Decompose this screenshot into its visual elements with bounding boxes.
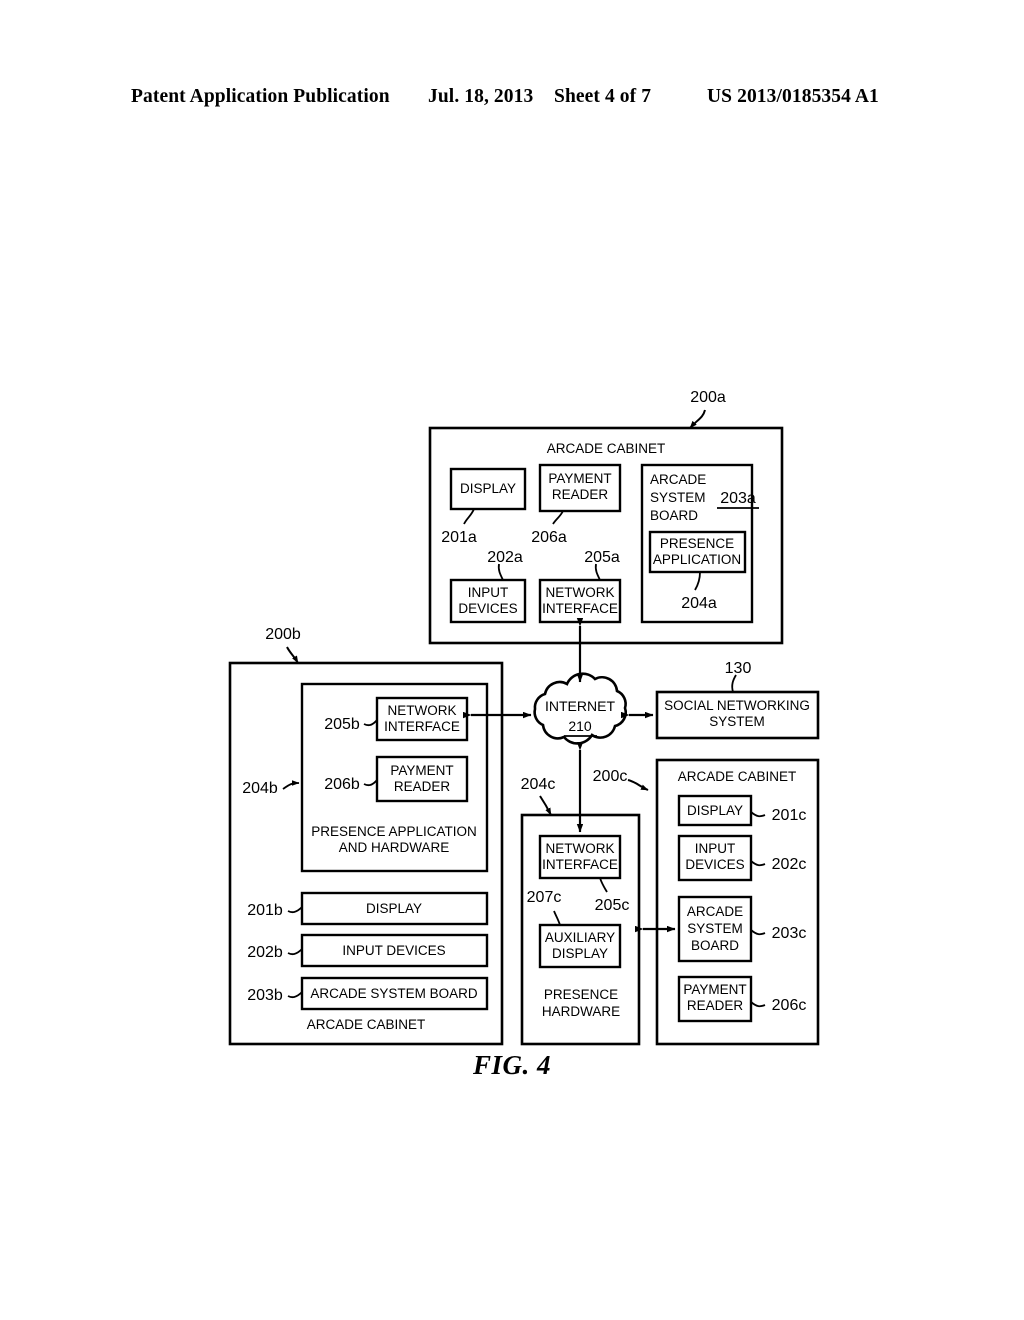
ref-204b: 204b <box>242 780 278 797</box>
presence-hardware-c-title-2: HARDWARE <box>542 1004 620 1019</box>
arcade-cabinet-b-title: ARCADE CABINET <box>307 1017 426 1032</box>
ref-203c: 203c <box>772 925 807 942</box>
display-c-label: DISPLAY <box>687 803 743 818</box>
social-networking-system-group: SOCIAL NETWORKING SYSTEM 130 <box>655 660 820 740</box>
network-interface-b-label-2: INTERFACE <box>384 719 460 734</box>
leader-200a <box>689 409 706 429</box>
payment-reader-a-label-1: PAYMENT <box>548 471 611 486</box>
system-board-a-label-3: BOARD <box>650 508 698 523</box>
payment-reader-b-label-2: READER <box>394 779 451 794</box>
system-board-a-label-1: ARCADE <box>650 472 706 487</box>
ref-204a: 204a <box>681 595 717 612</box>
arcade-cabinet-a-group: ARCADE CABINET 200a DISPLAY 201a PAYMENT… <box>428 389 784 645</box>
ref-200c: 200c <box>593 768 628 785</box>
input-devices-a-label-1: INPUT <box>468 585 509 600</box>
input-devices-c-label-2: DEVICES <box>685 857 744 872</box>
ref-206b: 206b <box>324 776 360 793</box>
payment-reader-b-label-1: PAYMENT <box>390 763 453 778</box>
auxiliary-display-c-label-2: DISPLAY <box>552 946 608 961</box>
network-interface-a-label-1: NETWORK <box>546 585 615 600</box>
internet-ref: 210 <box>568 718 592 734</box>
system-board-c-label-3: BOARD <box>691 938 739 953</box>
ref-200a: 200a <box>690 389 726 406</box>
leader-130 <box>731 674 737 693</box>
system-board-c-label-2: SYSTEM <box>687 921 743 936</box>
leader-204c <box>539 795 552 816</box>
internet-label: INTERNET <box>545 698 615 714</box>
ref-201c: 201c <box>772 807 807 824</box>
display-b-label: DISPLAY <box>366 901 422 916</box>
payment-reader-c-label-1: PAYMENT <box>683 982 746 997</box>
ref-202a: 202a <box>487 549 523 566</box>
ref-205c: 205c <box>595 897 630 914</box>
social-networking-system-label-2: SYSTEM <box>709 714 765 729</box>
presence-application-a-label-1: PRESENCE <box>660 536 734 551</box>
input-devices-a-label-2: DEVICES <box>458 601 517 616</box>
arcade-cabinet-a-title: ARCADE CABINET <box>547 441 666 456</box>
internet-cloud-group: INTERNET 210 <box>533 672 627 745</box>
presence-module-b-label-1: PRESENCE APPLICATION <box>311 824 477 839</box>
system-board-b-label: ARCADE SYSTEM BOARD <box>310 986 478 1001</box>
ref-201a: 201a <box>441 529 477 546</box>
presence-module-b-label-2: AND HARDWARE <box>339 840 450 855</box>
patent-figure-4: ARCADE CABINET 200a DISPLAY 201a PAYMENT… <box>0 0 1024 1320</box>
system-board-c-label-1: ARCADE <box>687 904 743 919</box>
network-interface-c-label-2: INTERFACE <box>542 857 618 872</box>
display-a-label: DISPLAY <box>460 481 516 496</box>
network-interface-c-label-1: NETWORK <box>546 841 615 856</box>
payment-reader-c-label-2: READER <box>687 998 744 1013</box>
input-devices-b-label: INPUT DEVICES <box>342 943 445 958</box>
input-devices-c-label-1: INPUT <box>695 841 736 856</box>
ref-203a: 203a <box>720 490 756 507</box>
arcade-cabinet-c-title: ARCADE CABINET <box>678 769 797 784</box>
ref-204c: 204c <box>521 776 556 793</box>
ref-205a: 205a <box>584 549 620 566</box>
ref-130: 130 <box>725 660 752 677</box>
ref-207c: 207c <box>527 889 562 906</box>
ref-201b: 201b <box>247 902 283 919</box>
ref-205b: 205b <box>324 716 360 733</box>
leader-200c <box>627 779 649 791</box>
ref-202b: 202b <box>247 944 283 961</box>
figure-caption: FIG. 4 <box>472 1050 551 1080</box>
social-networking-system-label-1: SOCIAL NETWORKING <box>664 698 810 713</box>
arcade-cabinet-b-group: ARCADE CABINET 200b PRESENCE APPLICATION… <box>228 626 504 1046</box>
ref-202c: 202c <box>772 856 807 873</box>
ref-200b: 200b <box>265 626 301 643</box>
auxiliary-display-c-label-1: AUXILIARY <box>545 930 615 945</box>
network-interface-a-label-2: INTERFACE <box>542 601 618 616</box>
ref-206c: 206c <box>772 997 807 1014</box>
ref-206a: 206a <box>531 529 567 546</box>
presence-hardware-c-title-1: PRESENCE <box>544 987 618 1002</box>
system-board-a-label-2: SYSTEM <box>650 490 706 505</box>
ref-203b: 203b <box>247 987 283 1004</box>
payment-reader-a-label-2: READER <box>552 487 609 502</box>
network-interface-b-label-1: NETWORK <box>388 703 457 718</box>
presence-application-a-label-2: APPLICATION <box>653 552 741 567</box>
leader-200b <box>286 646 299 664</box>
